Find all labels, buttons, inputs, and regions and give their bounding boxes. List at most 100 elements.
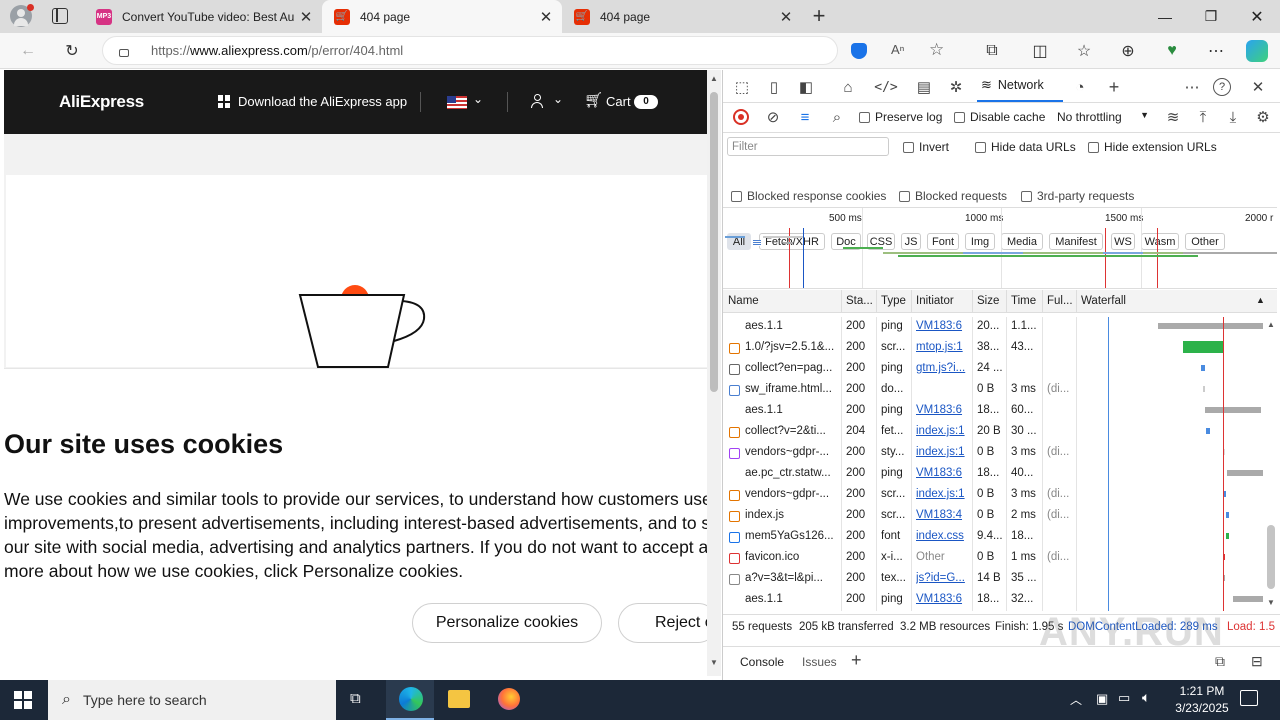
network-overview[interactable]: 500 ms 1000 ms 1500 ms 2000 r: [723, 207, 1277, 289]
invert-checkbox[interactable]: Invert: [903, 140, 949, 154]
col-time[interactable]: Time: [1011, 295, 1036, 307]
refresh-icon[interactable]: ↻: [60, 39, 84, 63]
restore-icon[interactable]: ❐: [1188, 0, 1234, 33]
request-row[interactable]: sw_iframe.html... 200 do... 0 B 3 ms (di...: [723, 380, 1263, 401]
favorites-icon[interactable]: ☆: [1072, 39, 1096, 63]
request-initiator[interactable]: VM183:6: [916, 467, 970, 479]
firefox-icon[interactable]: [498, 688, 520, 710]
request-row[interactable]: vendors~gdpr-... 200 scr... index.js:1 0 B 3 …: [723, 485, 1263, 506]
read-aloud-icon[interactable]: Aⁿ: [891, 42, 904, 57]
filter-input[interactable]: Filter: [727, 137, 889, 156]
devtools-menu-icon[interactable]: ⋯: [1181, 76, 1203, 98]
task-view-icon[interactable]: ⧉: [350, 690, 370, 710]
console-icon[interactable]: ▤: [913, 76, 935, 98]
performance-icon[interactable]: ♥: [1160, 39, 1184, 63]
record-icon[interactable]: [733, 109, 749, 125]
request-name[interactable]: favicon.ico: [745, 551, 839, 563]
personalize-cookies-button[interactable]: Personalize cookies: [412, 603, 602, 643]
tray-chevron-up-icon[interactable]: ︿: [1070, 691, 1082, 708]
drawer-tab-console[interactable]: Console: [740, 655, 784, 669]
collections-icon[interactable]: ⊕: [1116, 39, 1140, 63]
us-flag-icon[interactable]: [447, 96, 467, 109]
address-bar[interactable]: https://www.aliexpress.com/p/error/404.h…: [102, 36, 944, 65]
close-tab-icon[interactable]: ✕: [776, 8, 796, 26]
close-tab-icon[interactable]: ✕: [296, 8, 316, 26]
tab-youtube-converter[interactable]: MP3 Convert YouTube video: Best Au ✕: [84, 0, 322, 33]
request-name[interactable]: vendors~gdpr-...: [745, 488, 839, 500]
request-row[interactable]: aes.1.1 200 ping VM183:6 18... 32...: [723, 590, 1263, 611]
third-party-requests-checkbox[interactable]: 3rd-party requests: [1021, 189, 1134, 203]
blocked-requests-checkbox[interactable]: Blocked requests: [899, 189, 1007, 203]
clock-date[interactable]: 3/23/2025: [1166, 701, 1238, 715]
table-scrollbar[interactable]: ▲ ▼: [1265, 320, 1277, 610]
tray-volume-icon[interactable]: 🔈︎: [1142, 689, 1150, 706]
chevron-down-icon[interactable]: ⌄: [553, 92, 563, 106]
aliexpress-logo[interactable]: AliExpress: [59, 92, 144, 112]
elements-icon[interactable]: </>: [874, 76, 897, 98]
table-scrollbar-thumb[interactable]: [1267, 525, 1275, 589]
request-initiator[interactable]: index.js:1: [916, 446, 970, 458]
throttling-select[interactable]: No throttling ▼: [1057, 110, 1149, 124]
request-initiator[interactable]: mtop.js:1: [916, 341, 970, 353]
more-tabs-plus-icon[interactable]: +: [1103, 76, 1125, 98]
request-name[interactable]: 1.0/?jsv=2.5.1&...: [745, 341, 839, 353]
more-menu-icon[interactable]: ⋯: [1204, 39, 1228, 63]
cart-icon[interactable]: 🛒︎: [584, 91, 603, 109]
request-row[interactable]: ae.pc_ctr.statw... 200 ping VM183:6 18... 40.…: [723, 464, 1263, 485]
close-tab-icon[interactable]: ✕: [536, 8, 556, 26]
blocked-response-cookies-checkbox[interactable]: Blocked response cookies: [731, 189, 886, 203]
request-initiator[interactable]: VM183:6: [916, 404, 970, 416]
request-row[interactable]: collect?v=2&ti... 204 fet... index.js:1 20 B…: [723, 422, 1263, 443]
close-window-icon[interactable]: ✕: [1234, 0, 1280, 33]
export-har-icon[interactable]: ⤓: [1223, 107, 1243, 127]
inspect-element-icon[interactable]: ⬚: [731, 76, 753, 98]
edge-taskbar-icon[interactable]: [386, 680, 434, 720]
col-size[interactable]: Size: [977, 295, 999, 307]
network-settings-gear-icon[interactable]: ⚙: [1253, 107, 1273, 127]
request-initiator[interactable]: VM183:6: [916, 593, 970, 605]
tray-meet-icon[interactable]: ▣: [1096, 691, 1108, 707]
network-conditions-icon[interactable]: ≋: [1163, 107, 1183, 127]
lock-icon[interactable]: [119, 48, 129, 57]
col-status[interactable]: Sta...: [846, 295, 873, 307]
col-initiator[interactable]: Initiator: [916, 295, 954, 307]
import-har-icon[interactable]: ⤒: [1193, 107, 1213, 127]
minimize-icon[interactable]: —: [1142, 0, 1188, 33]
performance-gauge-icon[interactable]: ◔: [1069, 76, 1091, 98]
request-name[interactable]: ae.pc_ctr.statw...: [745, 467, 839, 479]
clock-time[interactable]: 1:21 PM: [1172, 684, 1232, 698]
account-icon[interactable]: [531, 94, 543, 109]
welcome-home-icon[interactable]: ⌂: [837, 76, 859, 98]
profile-icon[interactable]: [10, 4, 34, 27]
request-row[interactable]: vendors~gdpr-... 200 sty... index.js:1 0 B 3 …: [723, 443, 1263, 464]
request-initiator[interactable]: index.js:1: [916, 425, 970, 437]
request-initiator[interactable]: gtm.js?i...: [916, 362, 970, 374]
sort-ascending-icon[interactable]: ▲: [1256, 295, 1265, 305]
col-name[interactable]: Name: [728, 295, 759, 307]
tray-network-icon[interactable]: ▭: [1118, 690, 1130, 706]
request-initiator[interactable]: index.js:1: [916, 488, 970, 500]
split-screen-icon[interactable]: ◫: [1028, 39, 1052, 63]
back-icon[interactable]: ←: [16, 39, 40, 63]
download-app-link[interactable]: Download the AliExpress app: [238, 94, 407, 109]
page-scrollbar[interactable]: ▲ ▼: [707, 70, 721, 676]
extensions-icon[interactable]: ⧉: [980, 39, 1004, 63]
reject-cookies-button[interactable]: Reject c: [618, 603, 707, 643]
tab-network[interactable]: ≋ Network: [977, 70, 1063, 102]
dock-drawer-icon[interactable]: ⧉: [1215, 653, 1225, 670]
request-name[interactable]: aes.1.1: [745, 593, 839, 605]
request-name[interactable]: mem5YaGs126...: [745, 530, 839, 542]
request-initiator[interactable]: VM183:4: [916, 509, 970, 521]
request-name[interactable]: collect?en=pag...: [745, 362, 839, 374]
request-initiator[interactable]: index.css: [916, 530, 970, 542]
request-initiator[interactable]: Other: [916, 551, 970, 563]
taskbar-search-box[interactable]: ⌕ Type here to search: [48, 680, 336, 720]
request-name[interactable]: collect?v=2&ti...: [745, 425, 839, 437]
notifications-icon[interactable]: [1240, 690, 1258, 706]
col-waterfall[interactable]: Waterfall: [1081, 295, 1126, 307]
device-toolbar-icon[interactable]: ▯: [763, 76, 785, 98]
new-tab-button[interactable]: +: [808, 2, 830, 30]
request-row[interactable]: favicon.ico 200 x-i... Other 0 B 1 ms (di...: [723, 548, 1263, 569]
tab-actions-icon[interactable]: [52, 8, 68, 24]
request-name[interactable]: a?v=3&t=l&pi...: [745, 572, 839, 584]
